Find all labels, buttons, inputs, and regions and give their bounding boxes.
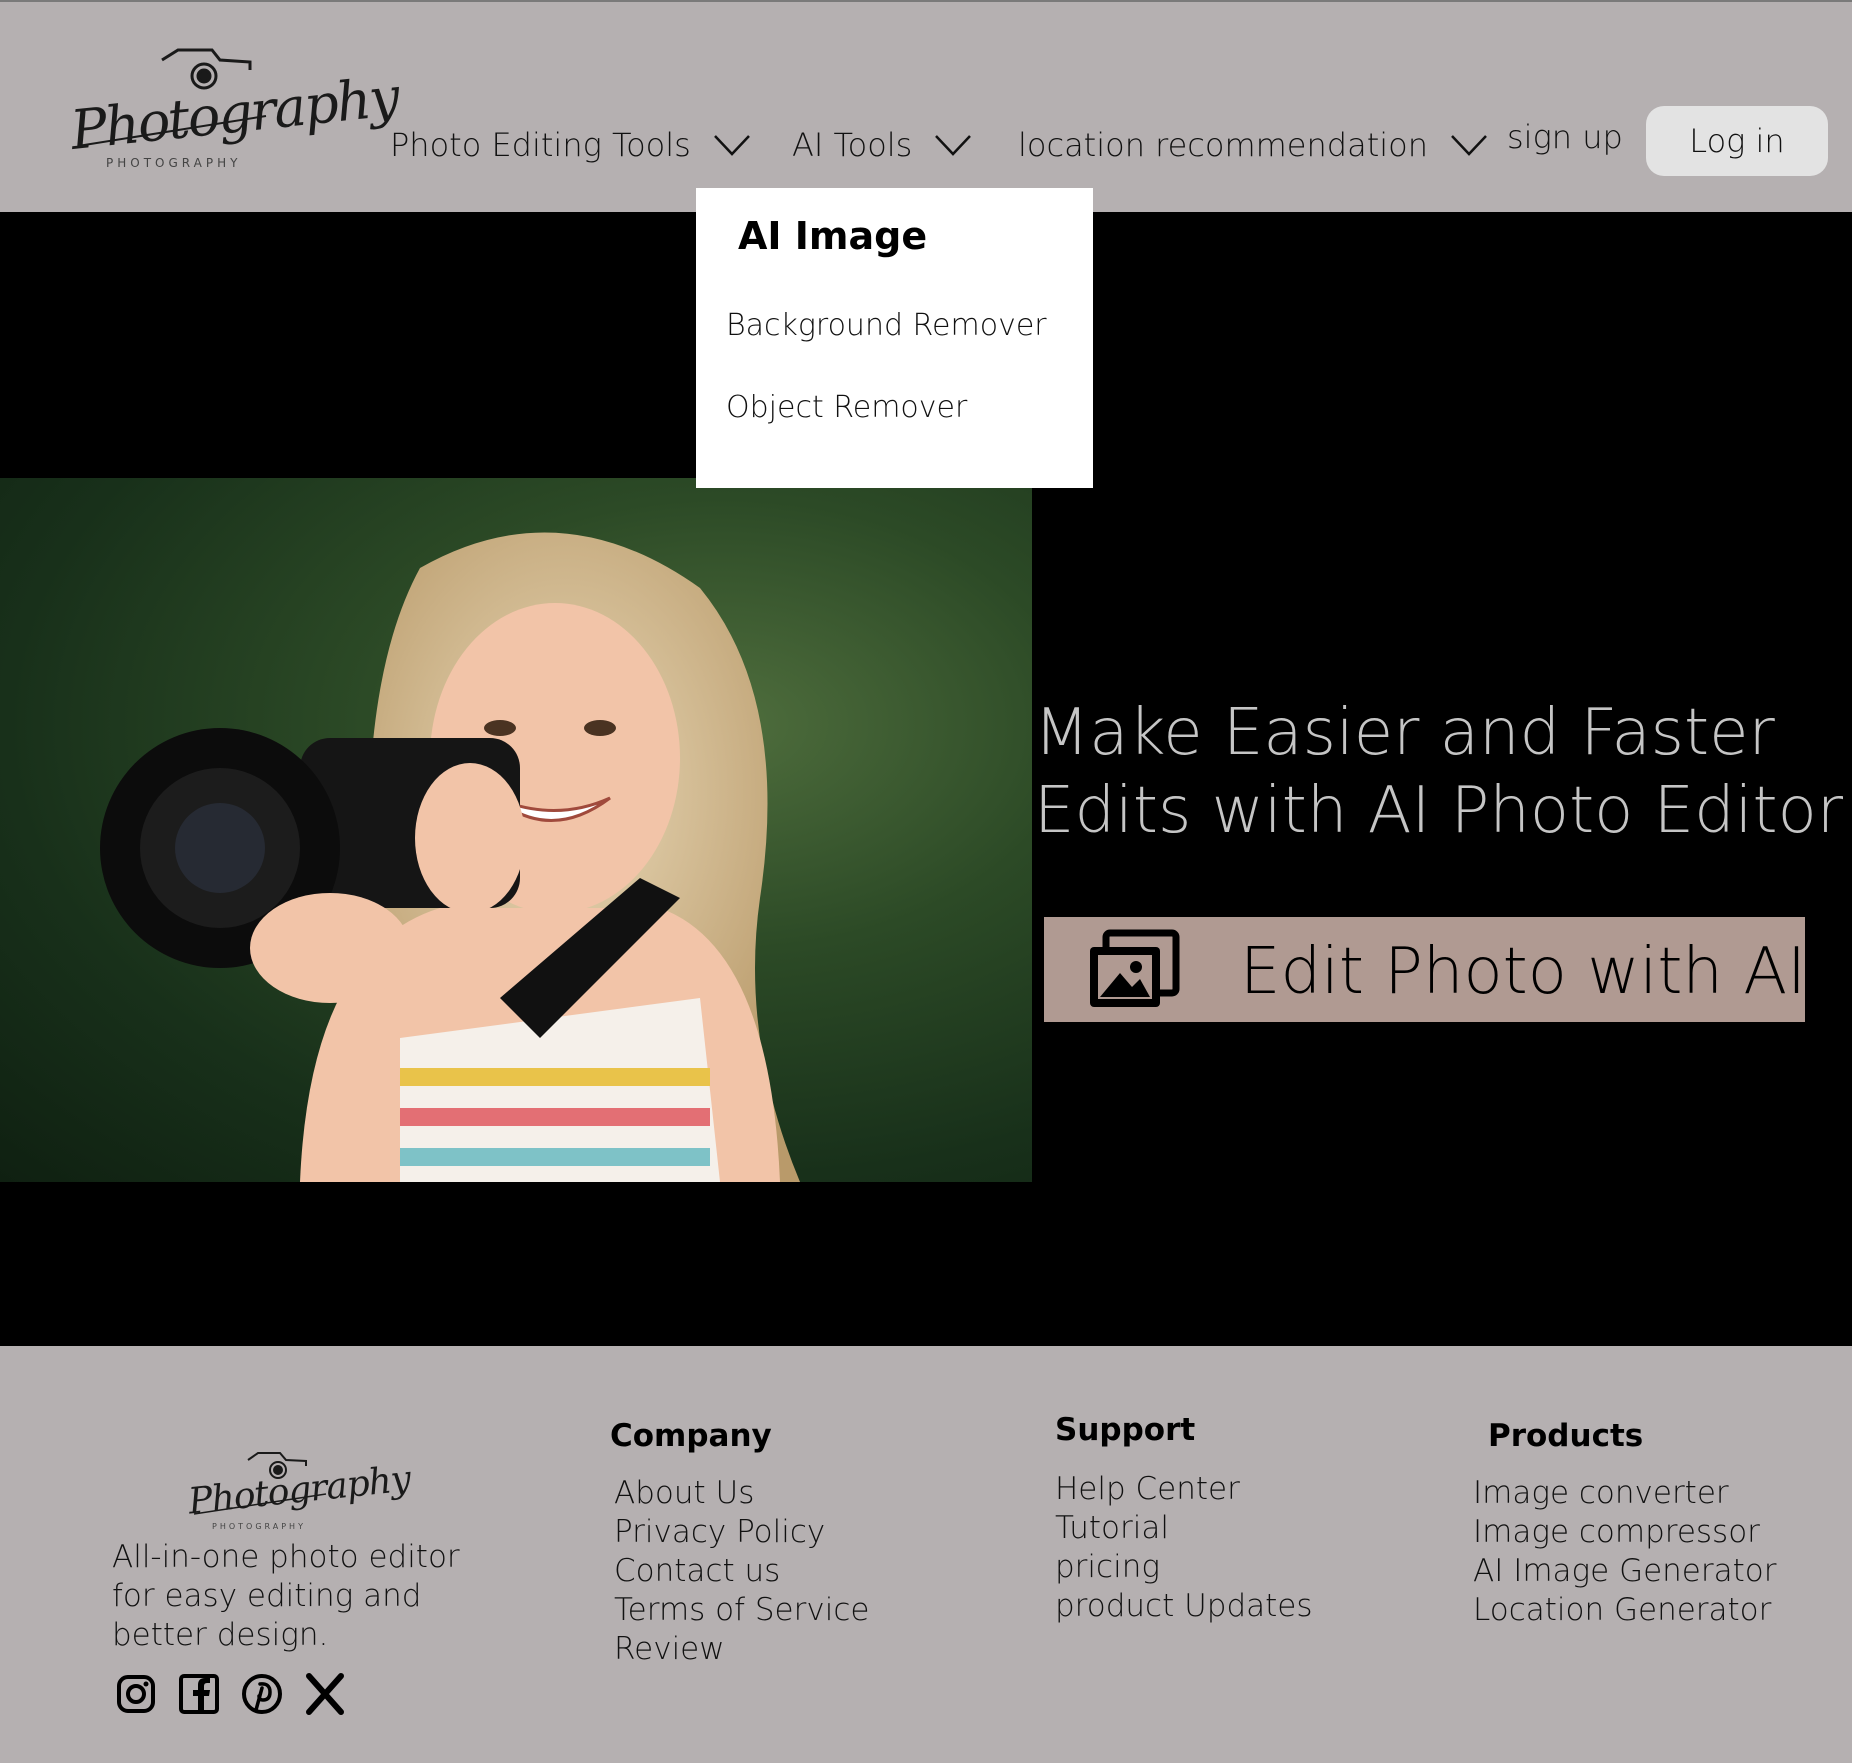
brand-logo[interactable]: Photography PHOTOGRAPHY — [66, 46, 401, 176]
footer-link-location-generator[interactable]: Location Generator — [1473, 1591, 1777, 1630]
footer-link-contact-us[interactable]: Contact us — [614, 1552, 869, 1591]
edit-photo-with-ai-button[interactable]: Edit Photo with AI — [1044, 917, 1806, 1022]
footer-company-title: Company — [610, 1418, 772, 1454]
nav-photo-editing-tools[interactable]: Photo Editing Tools — [390, 126, 751, 164]
instagram-icon[interactable] — [114, 1672, 158, 1716]
footer-link-terms-of-service[interactable]: Terms of Service — [614, 1591, 869, 1630]
edit-photo-with-ai-label: Edit Photo with AI — [1240, 935, 1806, 1009]
footer-products-title: Products — [1488, 1418, 1644, 1454]
site-footer: Photography PHOTOGRAPHY All-in-one photo… — [0, 1346, 1852, 1763]
nav-location-recommendation[interactable]: location recommendation — [1018, 126, 1488, 164]
menu-item-background-remover[interactable]: Background Remover — [726, 308, 1047, 343]
hero-headline-line-2: Edits with AI Photo Editor — [1034, 774, 1844, 848]
dropdown-heading: AI Image — [738, 214, 928, 258]
footer-support-title: Support — [1055, 1412, 1196, 1448]
hero-headline: Make Easier and Faster Edits with AI Pho… — [1034, 694, 1843, 850]
footer-link-image-compressor[interactable]: Image compressor — [1473, 1513, 1777, 1552]
chevron-down-icon — [713, 135, 750, 156]
hero-image — [0, 478, 1032, 1182]
nav-ai-tools[interactable]: AI Tools — [792, 126, 972, 164]
chevron-down-icon — [1451, 135, 1487, 156]
photo-gallery-icon — [1090, 929, 1180, 1007]
footer-link-help-center[interactable]: Help Center — [1055, 1470, 1313, 1509]
footer-support-links: Help Center Tutorial pricing product Upd… — [1055, 1470, 1313, 1626]
menu-item-object-remover[interactable]: Object Remover — [726, 390, 967, 425]
footer-brand-logo[interactable]: Photography PHOTOGRAPHY — [186, 1450, 412, 1536]
logo-subtitle: PHOTOGRAPHY — [106, 156, 242, 170]
footer-logo-subtitle: PHOTOGRAPHY — [212, 1522, 306, 1531]
footer-tagline: All-in-one photo editor for easy editing… — [112, 1539, 460, 1653]
footer-link-image-converter[interactable]: Image converter — [1473, 1474, 1777, 1513]
facebook-icon[interactable] — [177, 1672, 221, 1716]
site-header: Photography PHOTOGRAPHY Photo Editing To… — [0, 0, 1852, 212]
chevron-down-icon — [935, 135, 972, 156]
nav-photo-editing-tools-label: Photo Editing Tools — [390, 126, 691, 164]
footer-link-review[interactable]: Review — [614, 1630, 869, 1669]
footer-link-product-updates[interactable]: product Updates — [1055, 1587, 1313, 1626]
sign-up-link[interactable]: sign up — [1507, 118, 1623, 156]
nav-location-recommendation-label: location recommendation — [1018, 126, 1428, 164]
girl-with-camera-illustration — [100, 532, 800, 1182]
pinterest-icon[interactable] — [240, 1672, 284, 1716]
footer-link-ai-image-generator[interactable]: AI Image Generator — [1473, 1552, 1777, 1591]
footer-link-about-us[interactable]: About Us — [614, 1474, 869, 1513]
footer-link-privacy-policy[interactable]: Privacy Policy — [614, 1513, 869, 1552]
x-icon[interactable] — [303, 1672, 347, 1716]
footer-link-pricing[interactable]: pricing — [1055, 1548, 1313, 1587]
log-in-button[interactable]: Log in — [1646, 106, 1828, 176]
nav-ai-tools-label: AI Tools — [792, 126, 913, 164]
footer-link-tutorial[interactable]: Tutorial — [1055, 1509, 1313, 1548]
footer-company-links: About Us Privacy Policy Contact us Terms… — [614, 1474, 869, 1669]
footer-products-links: Image converter Image compressor AI Imag… — [1473, 1474, 1777, 1630]
hero-headline-line-1: Make Easier and Faster — [1034, 696, 1775, 770]
ai-tools-dropdown-menu: AI Image Background Remover Object Remov… — [696, 188, 1093, 488]
